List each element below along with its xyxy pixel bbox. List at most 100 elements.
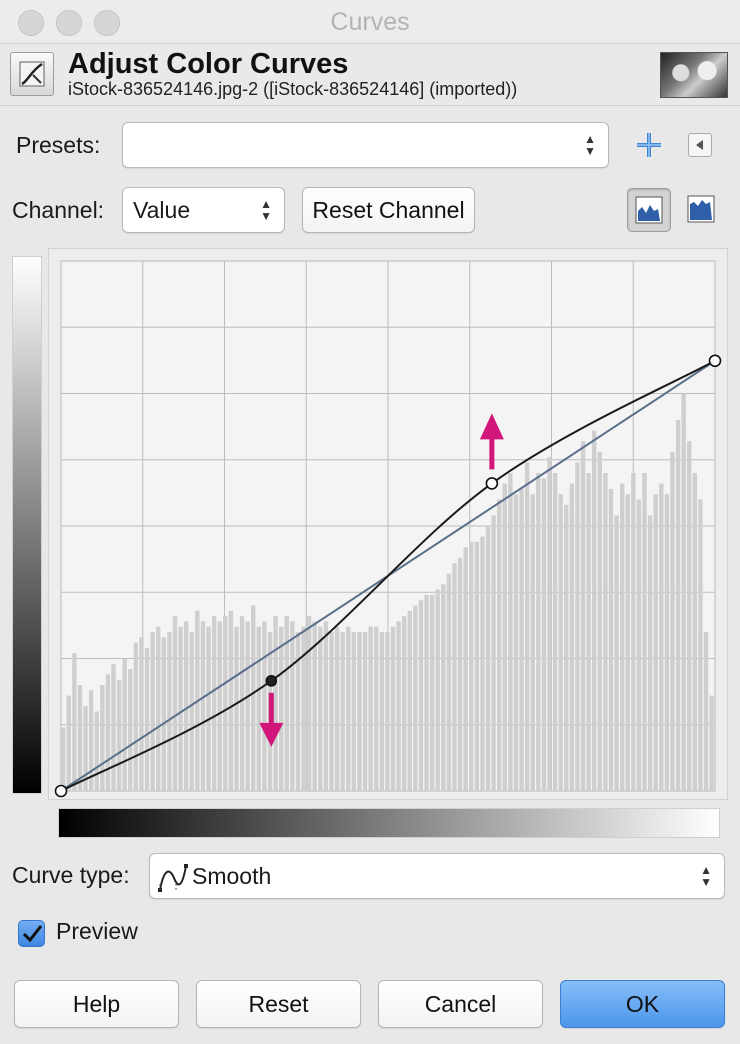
control-point[interactable] — [708, 354, 722, 368]
histogram-bar — [211, 616, 217, 791]
channel-label: Channel: — [12, 197, 105, 223]
histogram-bar — [608, 488, 614, 791]
histogram-bar — [273, 616, 278, 791]
histogram-bar — [362, 632, 368, 791]
histogram-bar — [603, 473, 608, 791]
ok-button[interactable]: OK — [560, 980, 725, 1028]
histogram-bar — [647, 515, 653, 791]
histogram-bar — [234, 626, 239, 791]
histogram-bar — [631, 473, 636, 791]
histogram-bar — [329, 632, 334, 791]
histogram-bar — [530, 494, 535, 791]
log-histogram-toggle[interactable] — [680, 188, 724, 232]
histogram-bar — [575, 462, 580, 791]
histogram-bar — [446, 573, 452, 791]
histogram-bar — [323, 621, 329, 791]
histogram-bar — [178, 626, 183, 791]
histogram-bar — [687, 441, 692, 791]
histogram-bar — [497, 499, 502, 791]
histogram-bar — [94, 711, 99, 791]
histogram-bar — [681, 393, 686, 791]
linear-histogram-toggle[interactable] — [627, 188, 671, 232]
selected-control-point[interactable] — [265, 675, 278, 687]
histogram-bar — [379, 632, 385, 791]
histogram-bar — [698, 499, 703, 791]
preset-menu-button[interactable] — [688, 133, 712, 157]
histogram-bar — [519, 488, 524, 791]
histogram-bar — [653, 494, 658, 791]
histogram-bar — [111, 663, 116, 791]
histogram-bar — [586, 473, 591, 791]
reset-channel-button[interactable]: Reset Channel — [302, 187, 475, 233]
histogram-bar — [279, 626, 284, 791]
histogram-bar — [189, 632, 194, 791]
image-thumbnail — [660, 52, 728, 98]
histogram-bar — [301, 626, 306, 791]
histogram-bar — [485, 526, 491, 791]
histogram-bar — [61, 727, 66, 791]
histogram-bar — [625, 494, 630, 791]
histogram-bar — [435, 589, 440, 791]
input-gradient-bar — [58, 808, 720, 838]
histogram-bar — [351, 632, 357, 791]
histogram-bar — [463, 547, 468, 791]
preview-checkbox[interactable] — [18, 920, 45, 947]
preview-label: Preview — [56, 918, 138, 944]
histogram-bar — [502, 483, 507, 791]
histogram-bar — [122, 658, 127, 791]
presets-combobox[interactable]: ▲ ▼ — [122, 122, 609, 168]
histogram-bar — [659, 483, 664, 791]
histogram-bar — [390, 626, 396, 791]
histogram-bar — [77, 685, 83, 791]
histogram-bar — [262, 621, 267, 791]
histogram-bar — [340, 632, 345, 791]
image-name-subtitle: iStock-836524146.jpg-2 ([iStock-83652414… — [68, 79, 518, 99]
help-button[interactable]: Help — [14, 980, 179, 1028]
histogram-bar — [636, 499, 642, 791]
cancel-button[interactable]: Cancel — [378, 980, 543, 1028]
histogram-bar — [474, 541, 480, 791]
control-point[interactable] — [54, 784, 68, 798]
histogram-bar — [524, 462, 530, 791]
histogram-bar — [569, 483, 575, 791]
channel-select[interactable]: Value ▲ ▼ — [122, 187, 285, 233]
histogram-bar — [206, 626, 211, 791]
histogram-bar — [105, 674, 111, 791]
histogram-bar — [139, 637, 144, 791]
histogram-bar — [692, 473, 698, 791]
curve-type-value: Smooth — [192, 863, 272, 889]
histogram-bar — [150, 632, 155, 791]
histogram-bar — [217, 621, 222, 791]
histogram-bar — [441, 584, 446, 791]
add-preset-button[interactable] — [634, 130, 664, 160]
histogram-bar — [457, 557, 463, 791]
chevron-updown-icon: ▲ ▼ — [584, 132, 596, 158]
histogram-bar — [346, 626, 351, 791]
histogram-bar — [223, 616, 228, 791]
histogram-bar — [513, 494, 519, 791]
histogram-bar — [245, 621, 250, 791]
window-titlebar: Curves — [0, 0, 740, 44]
reset-button[interactable]: Reset — [196, 980, 361, 1028]
curve-type-select[interactable]: Smooth ▲ ▼ — [149, 853, 725, 899]
histogram-bar — [66, 695, 71, 791]
histogram-bar — [318, 626, 323, 791]
histogram-bar — [100, 685, 105, 791]
histogram-bar — [334, 626, 340, 791]
histogram-bar — [536, 473, 541, 791]
histogram-bar — [295, 632, 301, 791]
curve-type-label: Curve type: — [12, 862, 130, 888]
histogram-bar — [200, 621, 206, 791]
curves-tool-icon — [10, 52, 54, 96]
histogram-bar — [508, 473, 513, 791]
histogram-bar — [72, 653, 77, 791]
histogram-bar — [172, 616, 178, 791]
histogram-bar — [251, 605, 256, 791]
dialog-header: Adjust Color Curves iStock-836524146.jpg… — [0, 44, 740, 106]
control-point[interactable] — [485, 477, 499, 490]
histogram-bar — [128, 669, 133, 791]
histogram-bar — [418, 600, 424, 791]
histogram-bar — [469, 541, 474, 791]
curves-graph[interactable] — [49, 249, 727, 799]
histogram-bar — [368, 626, 373, 791]
